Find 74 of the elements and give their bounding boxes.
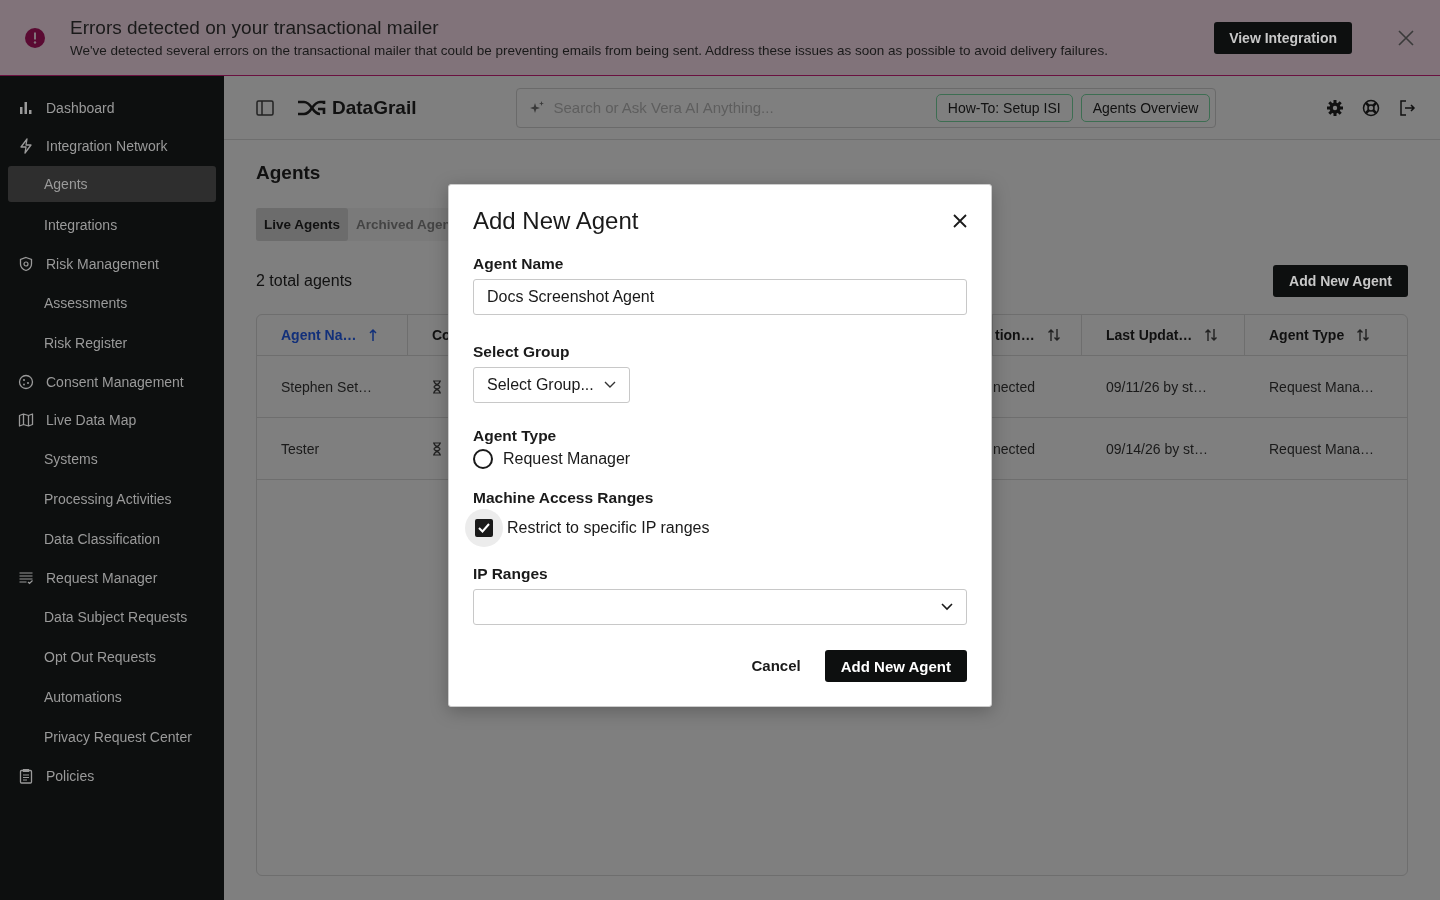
checkmark-icon [478,523,490,533]
bar-chart-icon [18,100,34,116]
sort-icon[interactable] [1204,328,1219,342]
sidebar-item[interactable]: Dashboard [8,89,216,127]
sidebar-item[interactable]: Risk Register [8,323,216,363]
column-header[interactable]: Agent Type [1269,327,1345,343]
column-header[interactable]: tion… [995,327,1035,343]
logo-icon [296,99,326,116]
field-label: Agent Name [473,255,565,273]
add-agent-button[interactable]: Add New Agent [1273,265,1408,297]
lightning-icon [18,138,34,154]
sidebar-item[interactable]: Data Classification [8,519,216,559]
sort-icon[interactable] [1356,328,1371,342]
sidebar-item[interactable]: Integrations [8,205,216,245]
sidebar-item[interactable]: Risk Management [8,245,216,283]
add-agent-button[interactable]: Add New Agent [824,649,967,682]
sidebar-toggle-icon[interactable] [256,98,274,117]
sidebar-item[interactable]: Assessments [8,283,216,323]
close-icon[interactable] [953,214,967,228]
settings-icon[interactable] [1326,98,1344,117]
sidebar-item[interactable]: Privacy Request Center [8,717,216,757]
table-cell-text: Stephen Set… [280,378,374,395]
checkbox-label[interactable]: Restrict to specific IP ranges [507,519,710,537]
lifebuoy-icon[interactable] [1362,98,1380,117]
banner-message: We've detected several errors on the transactional mailer that could be preventing emails from being sent. Address these issues as soon as possible to avoid delivery failures. [70,43,1109,58]
field-label: Agent Type [473,427,558,445]
cancel-button[interactable]: Cancel [743,649,809,682]
tab[interactable]: Live Agents [256,208,349,241]
sidebar-item[interactable]: Data Subject Requests [8,597,216,637]
table-cell-text: 09/14/26 by st… [1105,440,1209,457]
sidebar-item[interactable]: Automations [8,677,216,717]
page-title: Agents [256,162,322,184]
field-label: Select Group [473,343,571,361]
banner-title: Errors detected on your transactional mailer [70,17,440,39]
cookie-icon [18,374,34,390]
checklist-icon [18,570,34,586]
agent-name-field[interactable]: Docs Screenshot Agent [473,279,967,315]
table-cell-text: nected [993,378,1037,395]
shield-icon [18,256,34,272]
chevron-down-icon [603,381,616,389]
sidebar-item[interactable]: Live Data Map [8,401,216,439]
table-cell-text: Request Mana… [1268,440,1376,457]
sidebar-item[interactable]: Consent Management [8,363,216,401]
chevron-down-icon [941,603,953,611]
table-cell-text: 09/11/26 by st… [1105,378,1208,395]
sidebar-item[interactable]: Systems [8,439,216,479]
table-cell-text: Tester [280,440,321,457]
map-icon [18,412,34,428]
sort-icon[interactable] [1046,328,1061,342]
table-cell-text: Request Mana… [1268,378,1376,395]
table-cell-text: nected [993,440,1037,457]
sidebar-item[interactable]: Request Manager [8,559,216,597]
clipboard-icon [18,768,34,784]
shortcut-chip[interactable]: How-To: Setup ISI [935,93,1073,122]
error-icon [24,26,46,49]
radio-label[interactable]: Request Manager [503,450,631,468]
radio-button[interactable] [473,449,493,469]
field-label: IP Ranges [473,565,549,583]
sidebar-item[interactable]: Processing Activities [8,479,216,519]
dialog-title: Add New Agent [473,207,639,235]
view-integration-button[interactable]: View Integration [1214,21,1352,54]
sidebar-item[interactable]: Agents [8,166,216,202]
group-dropdown[interactable]: Select Group... [473,367,630,403]
checkbox[interactable] [475,519,493,537]
sidebar-item[interactable]: Opt Out Requests [8,637,216,677]
sidebar-item[interactable]: Integration Network [8,127,216,165]
field-label: Machine Access Ranges [473,489,655,507]
brand-name: DataGrail [332,96,417,119]
shortcut-chip[interactable]: Agents Overview [1080,93,1211,122]
logout-icon[interactable] [1398,98,1416,117]
sidebar-item[interactable]: Policies [8,757,216,795]
column-header[interactable]: Last Updat… [1106,327,1193,343]
sort-ascending-icon[interactable] [368,328,379,342]
agent-count: 2 total agents [256,272,353,290]
